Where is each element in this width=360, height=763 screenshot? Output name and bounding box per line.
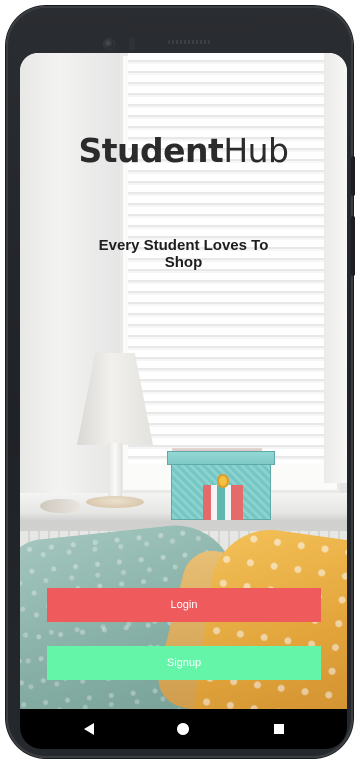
- logo-bold-text: Student: [78, 131, 224, 170]
- login-button[interactable]: Login: [47, 588, 321, 622]
- proximity-sensor: [129, 37, 135, 51]
- power-button: [351, 216, 355, 276]
- back-icon[interactable]: [84, 723, 94, 735]
- volume-button: [351, 156, 355, 196]
- recent-apps-icon[interactable]: [274, 724, 284, 734]
- earpiece-speaker: [168, 40, 210, 44]
- tagline: Every Student Loves To Shop: [98, 237, 269, 271]
- front-camera: [104, 39, 114, 49]
- system-navigation-bar: [20, 709, 347, 749]
- home-icon[interactable]: [177, 723, 189, 735]
- signup-button[interactable]: Signup: [47, 646, 321, 680]
- logo-light-text: Hub: [223, 131, 289, 170]
- app-logo: StudentHub: [20, 131, 347, 170]
- app-screen: StudentHub Every Student Loves To Shop L…: [20, 53, 347, 709]
